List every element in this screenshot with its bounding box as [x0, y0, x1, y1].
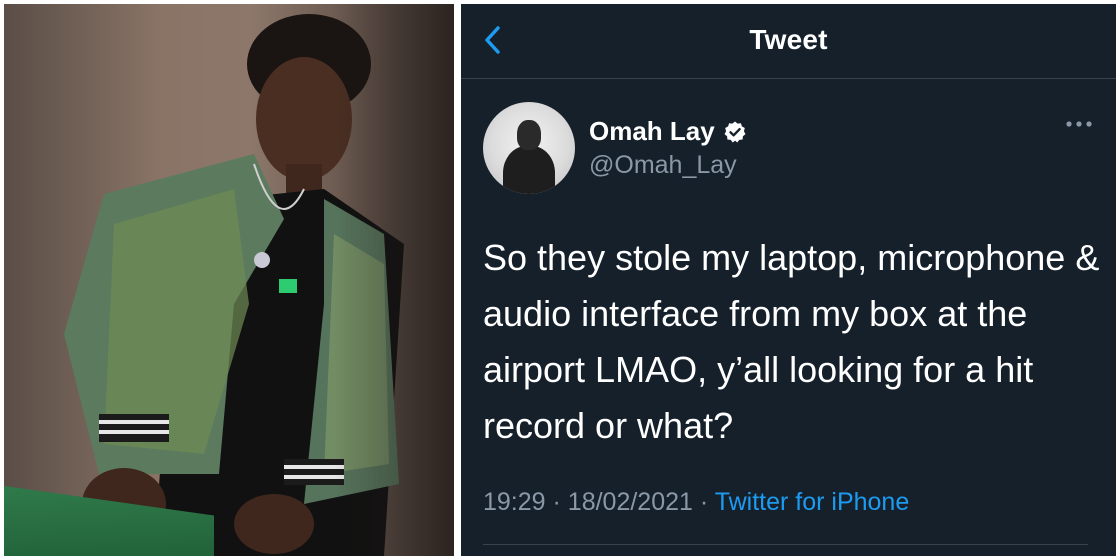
- verified-badge-icon: [724, 121, 746, 142]
- username-handle[interactable]: @Omah_Lay: [589, 151, 737, 180]
- tweet-date: 18/02/2021: [567, 488, 693, 516]
- tweet-header: Tweet: [461, 4, 1116, 79]
- divider: [483, 544, 1088, 545]
- author-name-row[interactable]: Omah Lay: [589, 116, 747, 147]
- meta-separator: ·: [699, 488, 709, 516]
- tweet-text: So they stole my laptop, microphone & au…: [483, 237, 1100, 446]
- meta-separator: ·: [552, 488, 561, 516]
- more-horizontal-icon[interactable]: [1064, 118, 1094, 130]
- tweet-source-link[interactable]: Twitter for iPhone: [715, 488, 910, 516]
- display-name[interactable]: Omah Lay: [589, 116, 715, 147]
- tweet-metadata: 19:29 · 18/02/2021 · Twitter for iPhone: [483, 488, 909, 517]
- page-title: Tweet: [749, 24, 828, 55]
- wall-shadow: [334, 4, 454, 556]
- profile-photo: [4, 4, 454, 556]
- avatar[interactable]: [483, 102, 575, 194]
- avatar-figure-head: [517, 120, 541, 150]
- tweet-screen: Tweet Omah Lay @Omah_Lay So they stole m…: [461, 4, 1116, 556]
- tweet-time: 19:29: [483, 488, 546, 516]
- avatar-figure-body: [503, 146, 555, 194]
